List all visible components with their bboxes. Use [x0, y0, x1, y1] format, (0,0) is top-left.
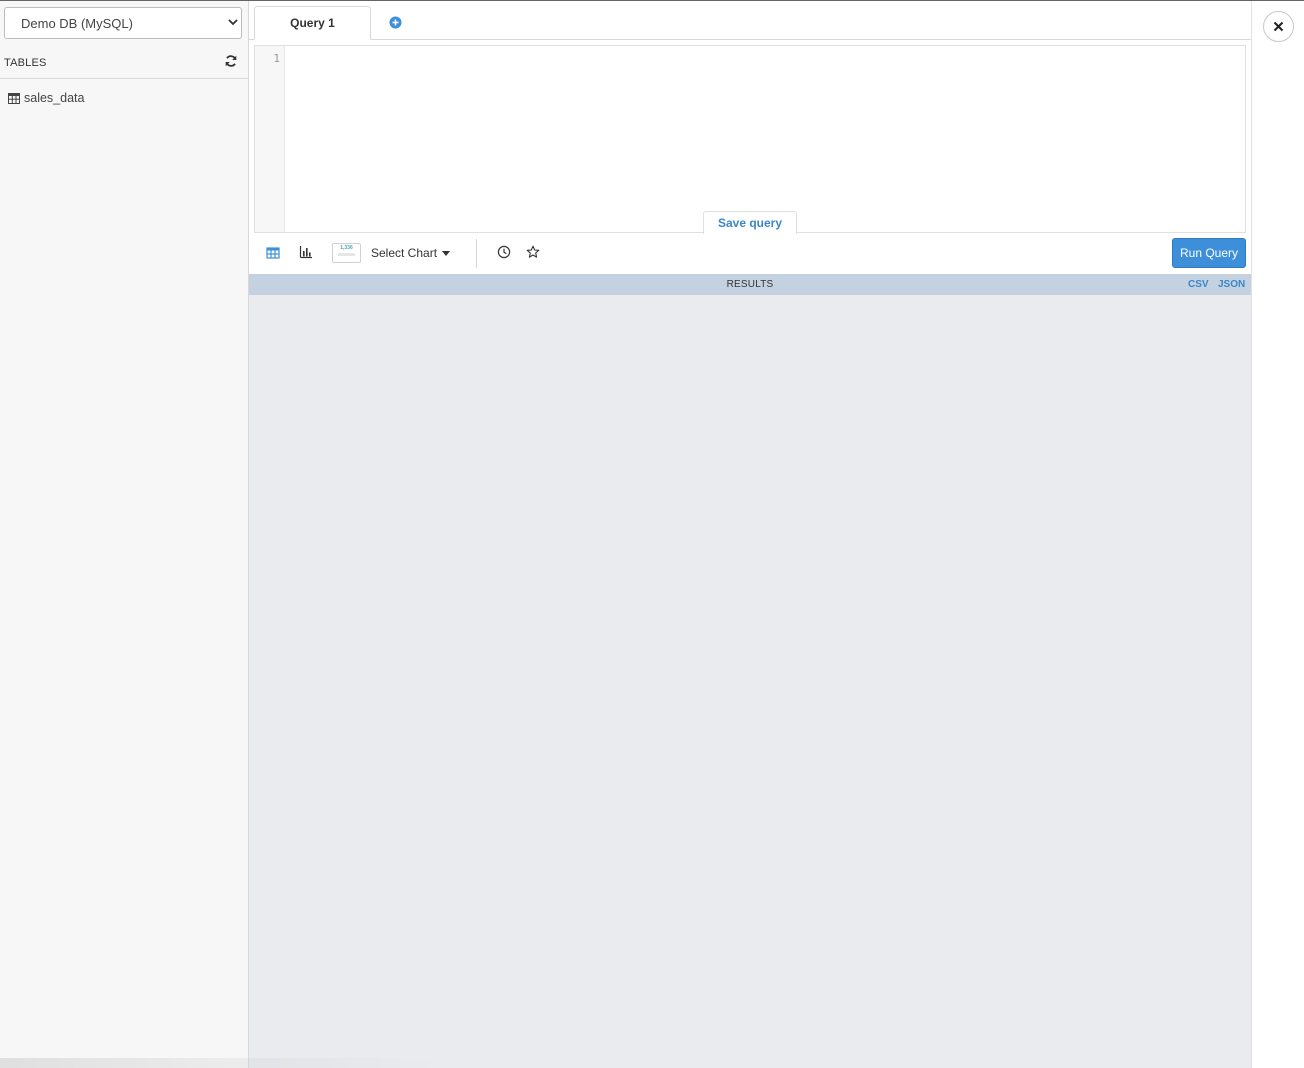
- close-button[interactable]: [1263, 11, 1294, 42]
- results-area: [249, 295, 1251, 1068]
- refresh-icon[interactable]: [224, 54, 238, 68]
- export-json-link[interactable]: JSON: [1218, 279, 1245, 290]
- plus-circle-icon[interactable]: [389, 16, 402, 29]
- tab-query-1[interactable]: Query 1: [254, 6, 371, 40]
- caret-down-icon[interactable]: [442, 251, 450, 256]
- results-header: RESULTS CSV JSON: [249, 274, 1251, 295]
- bar-chart-icon[interactable]: [299, 245, 313, 259]
- close-icon: [1273, 21, 1284, 32]
- datasource-select[interactable]: Demo DB (MySQL): [4, 7, 242, 39]
- table-item-sales-data[interactable]: sales_data: [8, 89, 84, 107]
- sidebar: Demo DB (MySQL) TABLES sales_data: [0, 1, 249, 1068]
- chevron-down-icon: [228, 19, 238, 26]
- clock-icon[interactable]: [497, 245, 511, 259]
- table-icon: [8, 92, 20, 104]
- toolbar-divider: [476, 239, 477, 268]
- chart-thumbnail[interactable]: 1,336: [332, 243, 361, 263]
- tables-title: TABLES: [4, 57, 47, 69]
- tables-header: TABLES: [0, 47, 248, 79]
- code-input[interactable]: [286, 46, 1245, 232]
- chart-thumbnail-subline: [338, 253, 355, 256]
- query-toolbar: 1,336 Select Chart Run Query: [249, 234, 1251, 274]
- select-chart-dropdown[interactable]: Select Chart: [371, 246, 437, 260]
- chart-thumbnail-value: 1,336: [340, 245, 353, 251]
- table-view-icon[interactable]: [266, 246, 280, 260]
- export-csv-link[interactable]: CSV: [1188, 279, 1209, 290]
- run-query-button[interactable]: Run Query: [1172, 238, 1246, 268]
- line-number: 1: [273, 52, 280, 65]
- sql-editor[interactable]: 1: [254, 45, 1246, 233]
- table-item-label: sales_data: [24, 91, 85, 105]
- save-query-button[interactable]: Save query: [703, 211, 797, 234]
- datasource-select-value: Demo DB (MySQL): [21, 16, 133, 31]
- query-tabbar: Query 1: [249, 1, 1251, 40]
- right-pane: [1251, 1, 1304, 1068]
- results-title: RESULTS: [726, 279, 774, 290]
- bottom-shadow: [0, 1058, 440, 1068]
- star-icon[interactable]: [526, 245, 540, 259]
- line-number-gutter: 1: [255, 46, 285, 232]
